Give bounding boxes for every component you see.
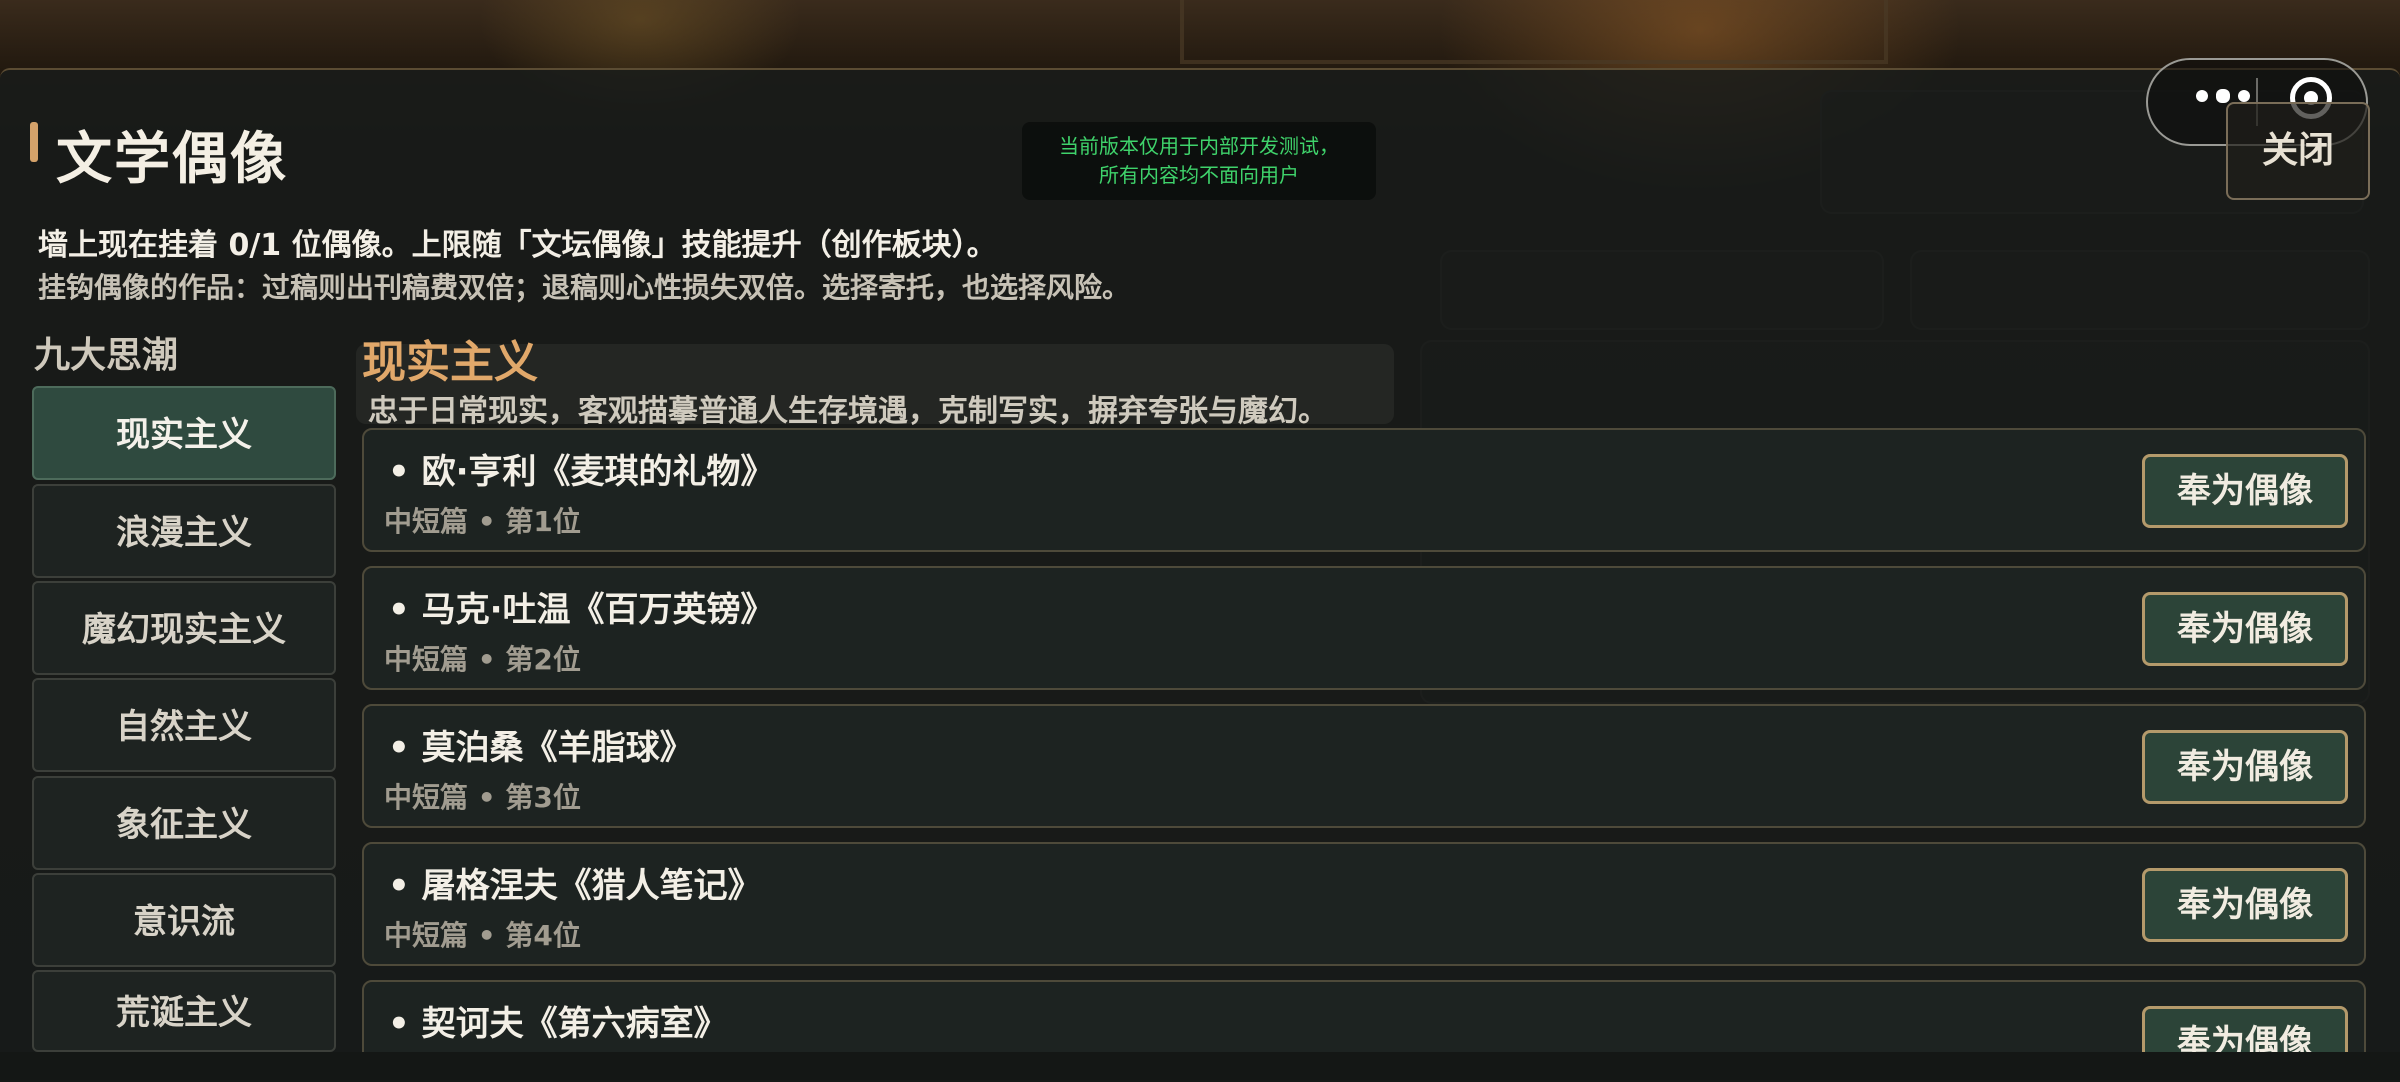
idol-row: • 屠格涅夫《猎人笔记》 中短篇 • 第4位 奉为偶像 [362,842,2366,966]
title-accent-bar [30,122,38,162]
idol-capacity-text: 墙上现在挂着 0/1 位偶像。上限随「文坛偶像」技能提升（创作板块）。 [38,228,997,263]
sidebar-item-realism[interactable]: 现实主义 [32,386,336,480]
idol-work-title: • 莫泊桑《羊脂球》 [388,728,694,768]
school-description: 忠于日常现实，客观描摹普通人生存境遇，克制写实，摒弃夸张与魔幻。 [368,394,1328,429]
sidebar-heading: 九大思潮 [34,335,179,376]
dev-notice: 当前版本仅用于内部开发测试， 所有内容均不面向用户 [1022,122,1376,200]
idol-meta: 中短篇 • 第3位 [384,781,581,814]
sidebar-item-romanticism[interactable]: 浪漫主义 [32,484,336,578]
close-button[interactable]: 关闭 [2226,102,2370,200]
modal-title: 文学偶像 [56,127,288,192]
idol-work-title: • 马克·吐温《百万英镑》 [388,590,775,630]
make-idol-button[interactable]: 奉为偶像 [2142,592,2348,666]
idol-rule-text: 挂钩偶像的作品：过稿则出刊稿费双倍；退稿则心性损失双倍。选择寄托，也选择风险。 [38,271,1131,304]
make-idol-button[interactable]: 奉为偶像 [2142,730,2348,804]
idol-row: • 马克·吐温《百万英镑》 中短篇 • 第2位 奉为偶像 [362,566,2366,690]
idol-row: • 莫泊桑《羊脂球》 中短篇 • 第3位 奉为偶像 [362,704,2366,828]
idol-row: • 欧·亨利《麦琪的礼物》 中短篇 • 第1位 奉为偶像 [362,428,2366,552]
dev-notice-line2: 所有内容均不面向用户 [1099,163,1299,187]
bottom-edge [0,1052,2400,1080]
window-frame [1180,0,1888,64]
school-title: 现实主义 [362,337,538,388]
make-idol-button[interactable]: 奉为偶像 [2142,868,2348,942]
idol-work-title: • 欧·亨利《麦琪的礼物》 [388,452,775,492]
idol-work-title: • 契诃夫《第六病室》 [388,1004,728,1044]
idol-work-title: • 屠格涅夫《猎人笔记》 [388,866,762,906]
idol-meta: 中短篇 • 第1位 [384,505,581,538]
sidebar-item-absurdism[interactable]: 荒诞主义 [32,970,336,1052]
idol-meta: 中短篇 • 第2位 [384,643,581,676]
sidebar-item-magic-realism[interactable]: 魔幻现实主义 [32,581,336,675]
idol-meta: 中短篇 • 第4位 [384,919,581,952]
sidebar-item-symbolism[interactable]: 象征主义 [32,776,336,870]
dev-notice-line1: 当前版本仅用于内部开发测试， [1059,134,1339,158]
sidebar-item-stream-of-consciousness[interactable]: 意识流 [32,873,336,967]
sidebar-item-naturalism[interactable]: 自然主义 [32,678,336,772]
make-idol-button[interactable]: 奉为偶像 [2142,454,2348,528]
